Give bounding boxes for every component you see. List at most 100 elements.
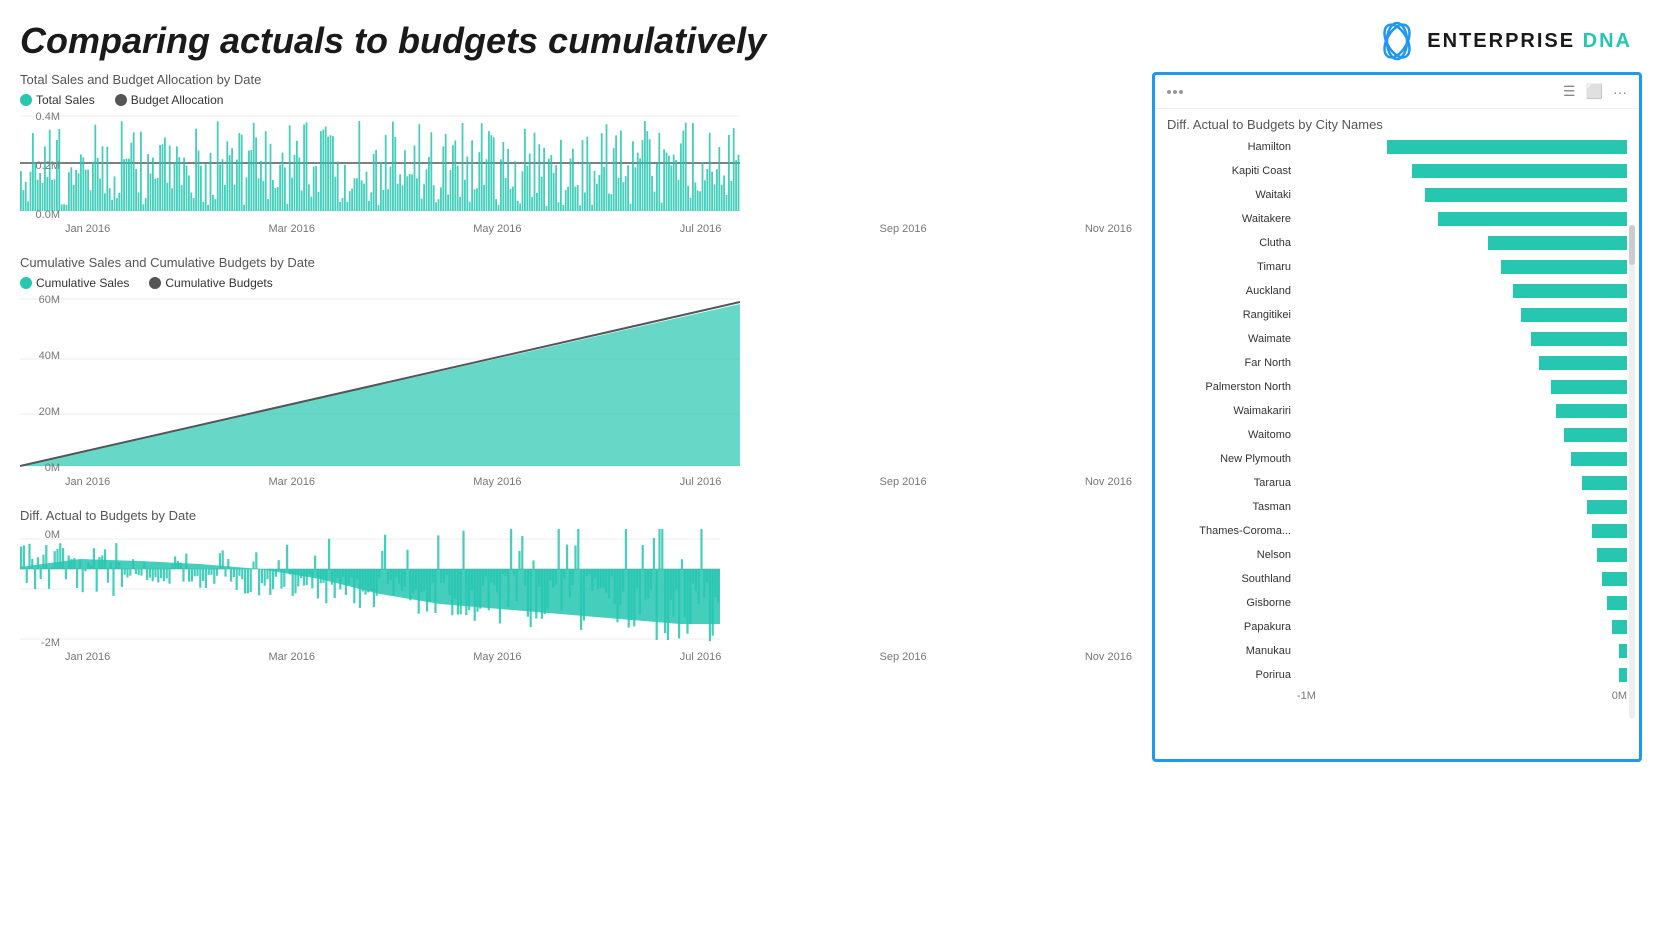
chart1-y-labels: 0.4M 0.2M 0.0M — [20, 111, 60, 221]
panel-dot-2 — [1173, 90, 1177, 94]
bar-row: Southland — [1167, 568, 1627, 590]
bar-fill — [1587, 500, 1627, 514]
bar-label: Tasman — [1167, 501, 1297, 513]
more-icon[interactable]: ··· — [1613, 84, 1627, 100]
bar-label: Gisborne — [1167, 597, 1297, 609]
bar-fill — [1425, 188, 1627, 202]
bar-row: Tararua — [1167, 472, 1627, 494]
chart3-svg — [20, 529, 720, 649]
bar-label: Rangitikei — [1167, 309, 1297, 321]
expand-icon[interactable]: ⬜ — [1586, 83, 1603, 100]
bar-row: Waitaki — [1167, 184, 1627, 206]
cum-sales-dot — [20, 277, 32, 289]
bar-label: Tararua — [1167, 477, 1297, 489]
bar-track — [1297, 138, 1627, 156]
bar-fill — [1438, 212, 1627, 226]
bar-row: Palmerston North — [1167, 376, 1627, 398]
chart1-svg: // Generate bar chart bars inline via JS… — [20, 111, 740, 221]
right-panel: ☰ ⬜ ··· Diff. Actual to Budgets by City … — [1152, 72, 1642, 762]
bar-row: Auckland — [1167, 280, 1627, 302]
bar-row: Waitomo — [1167, 424, 1627, 446]
panel-dot-1 — [1167, 90, 1171, 94]
chart1-section: Total Sales and Budget Allocation by Dat… — [20, 72, 1132, 235]
bar-track — [1297, 474, 1627, 492]
bar-label: Porirua — [1167, 669, 1297, 681]
bar-label: Waitakere — [1167, 213, 1297, 225]
bar-fill — [1619, 668, 1627, 682]
bar-row: Porirua — [1167, 664, 1627, 686]
bar-track — [1297, 426, 1627, 444]
bar-track — [1297, 306, 1627, 324]
bar-row: New Plymouth — [1167, 448, 1627, 470]
bar-row: Gisborne — [1167, 592, 1627, 614]
budget-dot — [115, 94, 127, 106]
chart1-x-labels: Jan 2016 Mar 2016 May 2016 Jul 2016 Sep … — [20, 223, 1132, 235]
panel-dot-3 — [1179, 90, 1183, 94]
bar-track — [1297, 666, 1627, 684]
bar-row: Timaru — [1167, 256, 1627, 278]
chart3-svg-area — [20, 529, 720, 649]
chart2-y-labels: 60M 40M 20M 0M — [20, 294, 60, 474]
bar-track — [1297, 354, 1627, 372]
x-axis-labels: -1M 0M — [1167, 690, 1627, 702]
bar-row: Waimakariri — [1167, 400, 1627, 422]
bar-row: Far North — [1167, 352, 1627, 374]
bar-row: Clutha — [1167, 232, 1627, 254]
bar-fill — [1619, 644, 1627, 658]
bar-track — [1297, 282, 1627, 300]
logo-area: ENTERPRISE DNA — [1377, 21, 1632, 61]
bar-track — [1297, 642, 1627, 660]
bar-label: New Plymouth — [1167, 453, 1297, 465]
bar-fill — [1501, 260, 1627, 274]
bar-fill — [1513, 284, 1627, 298]
cum-budget-dot — [149, 277, 161, 289]
bar-row: Waimate — [1167, 328, 1627, 350]
bar-track — [1297, 378, 1627, 396]
bar-label: Nelson — [1167, 549, 1297, 561]
chart3-container: 0M -2M — [20, 529, 1132, 663]
logo-icon — [1377, 21, 1417, 61]
chart2-svg — [20, 294, 740, 474]
page-header: Comparing actuals to budgets cumulativel… — [0, 0, 1662, 72]
right-panel-header: ☰ ⬜ ··· — [1155, 75, 1639, 109]
bar-row: Tasman — [1167, 496, 1627, 518]
bar-label: Thames-Coroma... — [1167, 525, 1297, 537]
bar-label: Waimakariri — [1167, 405, 1297, 417]
bar-track — [1297, 330, 1627, 348]
bar-fill — [1592, 524, 1627, 538]
bar-track — [1297, 186, 1627, 204]
bar-fill — [1571, 452, 1627, 466]
bar-track — [1297, 546, 1627, 564]
hamburger-icon[interactable]: ☰ — [1563, 83, 1576, 100]
bar-track — [1297, 162, 1627, 180]
chart1-bars — [20, 121, 739, 211]
x-label-neg1m: -1M — [1297, 690, 1316, 702]
chart1-container: 0.4M 0.2M 0.0M — [20, 111, 1132, 235]
horizontal-bar-chart: HamiltonKapiti CoastWaitakiWaitakereClut… — [1155, 136, 1639, 714]
bar-track — [1297, 522, 1627, 540]
scrollbar-right[interactable] — [1629, 225, 1635, 719]
left-panel: Total Sales and Budget Allocation by Dat… — [20, 72, 1132, 762]
chart1-legend-sales: Total Sales — [20, 93, 95, 107]
bar-fill — [1564, 428, 1627, 442]
bar-fill — [1488, 236, 1627, 250]
chart2-x-labels: Jan 2016 Mar 2016 May 2016 Jul 2016 Sep … — [20, 476, 1132, 488]
chart2-legend: Cumulative Sales Cumulative Budgets — [20, 276, 1132, 290]
x-label-0m: 0M — [1612, 690, 1627, 702]
bar-fill — [1556, 404, 1627, 418]
bar-label: Southland — [1167, 573, 1297, 585]
bar-label: Clutha — [1167, 237, 1297, 249]
panel-icons: ☰ ⬜ ··· — [1563, 83, 1627, 100]
bar-fill — [1607, 596, 1627, 610]
bar-label: Hamilton — [1167, 141, 1297, 153]
bar-track — [1297, 210, 1627, 228]
bar-label: Palmerston North — [1167, 381, 1297, 393]
chart2-container: 60M 40M 20M 0M — [20, 294, 1132, 488]
bar-fill — [1412, 164, 1627, 178]
scrollbar-thumb[interactable] — [1629, 225, 1635, 265]
chart3-title: Diff. Actual to Budgets by Date — [20, 508, 1132, 523]
bar-track — [1297, 258, 1627, 276]
bar-row: Rangitikei — [1167, 304, 1627, 326]
bar-track — [1297, 234, 1627, 252]
bar-row: Thames-Coroma... — [1167, 520, 1627, 542]
